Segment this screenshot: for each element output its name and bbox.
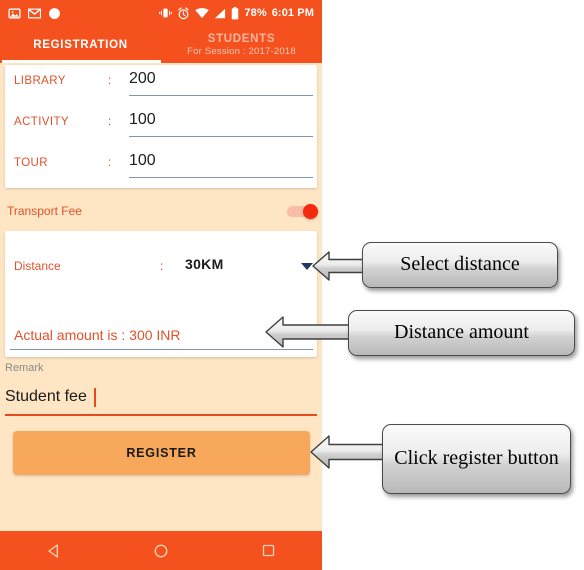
arrow-to-register-button (310, 435, 386, 469)
status-bar-notification-icons (0, 7, 61, 20)
remark-underline (5, 414, 317, 416)
battery-icon (232, 6, 239, 19)
tab-bar: REGISTRATION STUDENTS For Session : 2017… (0, 26, 322, 63)
phone-screen: 78% 6:01 PM REGISTRATION STUDENTS For Se… (0, 0, 322, 570)
actual-amount-label: Actual amount is : 300 INR (14, 327, 181, 343)
image-icon (8, 8, 21, 18)
tour-separator: : (108, 157, 112, 169)
transport-fee-toggle[interactable] (287, 204, 320, 219)
home-button[interactable] (139, 531, 183, 570)
tour-underline (129, 177, 313, 178)
register-button[interactable]: REGISTER (13, 431, 310, 475)
signal-icon (215, 8, 226, 18)
gmail-icon (28, 8, 41, 18)
activity-underline (129, 136, 313, 137)
tab-students[interactable]: STUDENTS For Session : 2017-2018 (161, 26, 322, 63)
fee-row-library: LIBRARY : (5, 65, 317, 103)
text-cursor (94, 388, 96, 407)
recents-button[interactable] (246, 531, 290, 570)
callout-select-distance: Select distance (362, 242, 558, 288)
clock-label: 6:01 PM (271, 7, 314, 19)
tour-input[interactable] (129, 152, 309, 170)
tour-label: TOUR (14, 157, 48, 169)
remark-input[interactable] (5, 388, 285, 406)
tab-registration-label: REGISTRATION (33, 38, 128, 51)
alarm-clock-icon (178, 6, 190, 19)
wifi-icon (195, 7, 210, 18)
distance-separator: : (160, 259, 164, 273)
activity-separator: : (108, 116, 112, 128)
back-button[interactable] (32, 531, 76, 570)
transport-fee-label: Transport Fee (7, 204, 82, 218)
back-triangle-icon (47, 543, 58, 558)
callout-click-register: Click register button (382, 424, 571, 494)
activity-label: ACTIVITY (14, 116, 69, 128)
activity-input[interactable] (129, 111, 309, 129)
transport-fee-row: Transport Fee (0, 193, 322, 229)
distance-label: Distance (14, 259, 61, 273)
circle-icon (49, 7, 60, 19)
status-bar: 78% 6:01 PM (0, 0, 322, 26)
library-separator: : (108, 75, 112, 87)
tab-active-indicator (2, 60, 161, 63)
fee-fields-card: LIBRARY : ACTIVITY : TOUR : (5, 65, 317, 188)
arrow-to-distance-dropdown (312, 251, 368, 281)
toggle-thumb (303, 204, 318, 219)
status-bar-system-icons: 78% 6:01 PM (159, 6, 322, 20)
arrow-to-actual-amount (265, 316, 353, 348)
distance-selected-value[interactable]: 30KM (185, 256, 224, 272)
tab-registration[interactable]: REGISTRATION (0, 26, 161, 63)
home-circle-icon (154, 544, 168, 557)
tab-students-session-label: For Session : 2017-2018 (187, 45, 296, 57)
android-navigation-bar (0, 531, 322, 570)
library-underline (129, 95, 313, 96)
fee-row-tour: TOUR : (5, 147, 317, 185)
fee-row-activity: ACTIVITY : (5, 106, 317, 144)
tab-students-label: STUDENTS (207, 32, 276, 45)
recents-square-icon (262, 544, 274, 557)
library-input[interactable] (129, 70, 309, 88)
vibrate-icon (159, 8, 173, 18)
callout-distance-amount: Distance amount (348, 310, 575, 356)
battery-percent-label: 78% (244, 7, 267, 19)
library-label: LIBRARY (14, 75, 66, 87)
remark-label: Remark (5, 362, 44, 374)
